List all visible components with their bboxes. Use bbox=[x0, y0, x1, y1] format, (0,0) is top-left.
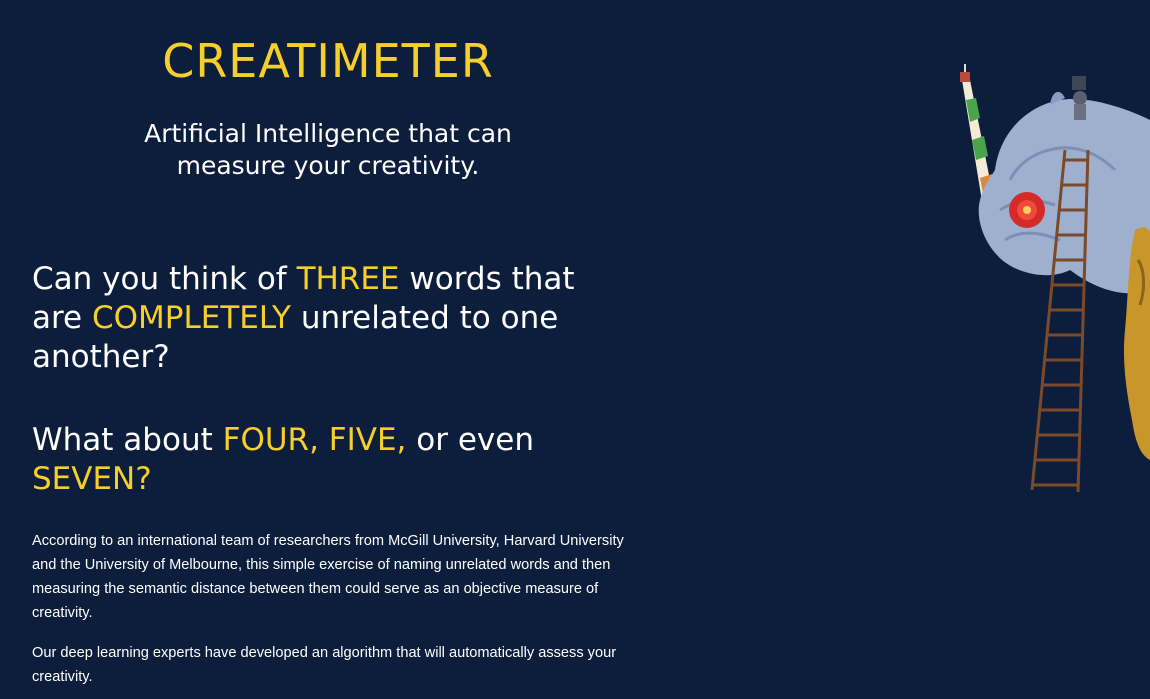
question2-text-1: What about bbox=[32, 422, 223, 458]
question2-text-2: or even bbox=[406, 422, 534, 458]
tagline-line-1: Artificial Intelligence that can bbox=[144, 119, 512, 148]
question1-highlight-completely: COMPLETELY bbox=[92, 300, 291, 336]
question2-highlight-seven: SEVEN? bbox=[32, 461, 152, 497]
algorithm-paragraph: Our deep learning experts have developed… bbox=[32, 645, 617, 685]
question-three-words: Can you think of THREE words that are CO… bbox=[32, 260, 632, 377]
rhino-ladder-collage-illustration bbox=[960, 64, 1150, 493]
tagline-line-2: measure your creativity. bbox=[176, 151, 480, 180]
research-paragraph: According to an international team of re… bbox=[32, 533, 624, 621]
question2-highlight-four-five: FOUR, FIVE, bbox=[222, 422, 407, 458]
question1-highlight-three: THREE bbox=[296, 261, 400, 297]
rhino-icon bbox=[978, 91, 1150, 294]
question-more-words: What about FOUR, FIVE, or even SEVEN? bbox=[32, 421, 632, 499]
climbing-figure-icon bbox=[1072, 76, 1087, 120]
page-title: CREATIMETER bbox=[162, 34, 494, 88]
red-flower-icon bbox=[1009, 192, 1045, 228]
question1-text-1: Can you think of bbox=[32, 261, 297, 297]
tagline: Artificial Intelligence that can measure… bbox=[0, 118, 656, 182]
